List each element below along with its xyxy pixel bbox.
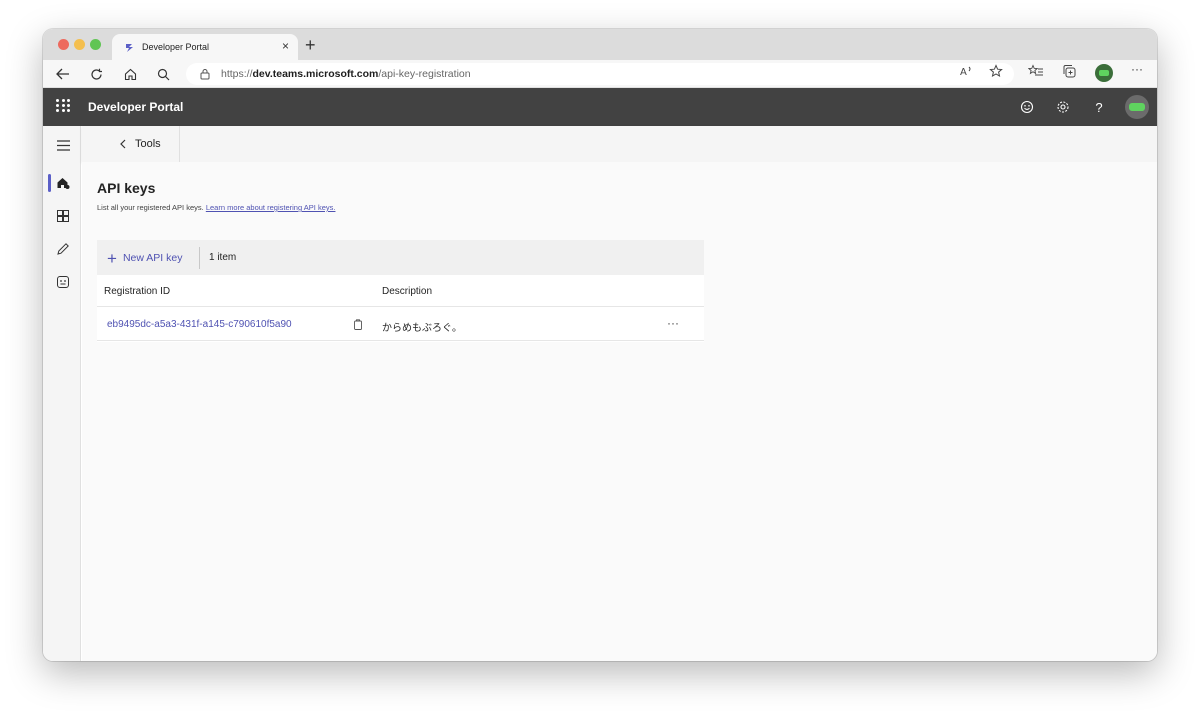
home-icon[interactable]: [122, 66, 138, 82]
new-tab-button[interactable]: +: [305, 36, 316, 54]
close-window-button[interactable]: [58, 39, 69, 50]
profile-avatar[interactable]: [1095, 64, 1113, 82]
more-menu-icon[interactable]: ···: [1131, 62, 1143, 76]
chevron-left-icon: [120, 139, 126, 149]
app-launcher-icon[interactable]: [56, 99, 70, 113]
search-icon[interactable]: [155, 66, 171, 82]
app-header: Developer Portal ?: [43, 88, 1157, 126]
browser-window: Developer Portal × + https://dev.teams.m…: [43, 29, 1157, 661]
refresh-icon[interactable]: [88, 66, 104, 82]
back-to-tools-button[interactable]: Tools: [111, 126, 180, 162]
url-text: https://dev.teams.microsoft.com/api-key-…: [221, 68, 471, 80]
new-api-key-label: New API key: [122, 252, 183, 264]
subtitle-text: List all your registered API keys.: [97, 203, 204, 212]
lock-icon[interactable]: [200, 68, 210, 80]
pencil-nav-icon[interactable]: [56, 242, 70, 256]
tab-title: Developer Portal: [142, 42, 210, 52]
user-avatar[interactable]: [1125, 95, 1149, 119]
item-count: 1 item: [209, 252, 237, 263]
address-bar-row: https://dev.teams.microsoft.com/api-key-…: [43, 60, 1157, 88]
app-title: Developer Portal: [88, 100, 184, 114]
table-header: Registration ID Description: [97, 275, 704, 307]
breadcrumb: Tools: [82, 126, 1157, 162]
settings-gear-icon[interactable]: [1054, 98, 1072, 116]
back-label: Tools: [135, 138, 161, 150]
back-arrow-icon[interactable]: [55, 66, 71, 82]
page-title: API keys: [97, 180, 156, 196]
help-icon[interactable]: ?: [1090, 98, 1108, 116]
favorite-star-icon[interactable]: [989, 64, 1003, 83]
description-cell: からめもぶろぐ。: [382, 323, 462, 334]
teams-favicon-icon: [126, 44, 133, 52]
main-content: API keys List all your registered API ke…: [82, 162, 1157, 661]
api-keys-panel: + New API key 1 item Registration ID Des…: [97, 240, 704, 342]
column-header-registration-id[interactable]: Registration ID: [104, 286, 170, 297]
registration-id-link[interactable]: eb9495dc-a5a3-431f-a145-c790610f5a90: [107, 319, 292, 330]
url-field[interactable]: https://dev.teams.microsoft.com/api-key-…: [186, 63, 1014, 85]
left-rail: [43, 126, 81, 661]
minimize-window-button[interactable]: [74, 39, 85, 50]
read-aloud-icon[interactable]: A: [959, 64, 973, 83]
copy-icon[interactable]: [353, 319, 363, 330]
home-nav-icon[interactable]: [56, 176, 70, 190]
column-header-description[interactable]: Description: [382, 286, 432, 297]
page-subtitle: List all your registered API keys. Learn…: [97, 203, 335, 213]
plus-icon: +: [107, 248, 117, 268]
new-api-key-button[interactable]: + New API key: [107, 249, 182, 267]
toolbar-divider: [199, 247, 200, 269]
apps-nav-icon[interactable]: [56, 209, 70, 223]
hamburger-menu-icon[interactable]: [56, 138, 70, 152]
toolbar: + New API key 1 item: [97, 240, 704, 275]
tab-strip: Developer Portal × +: [43, 29, 1157, 60]
table-row[interactable]: eb9495dc-a5a3-431f-a145-c790610f5a90 からめ…: [97, 308, 704, 341]
collections-icon[interactable]: [1062, 64, 1076, 83]
learn-more-link[interactable]: Learn more about registering API keys.: [206, 203, 336, 212]
svg-text:A: A: [960, 67, 967, 78]
feedback-smiley-icon[interactable]: [1018, 98, 1036, 116]
zoom-window-button[interactable]: [90, 39, 101, 50]
active-indicator: [48, 174, 51, 192]
row-more-actions-icon[interactable]: ···: [667, 316, 679, 330]
tools-nav-icon[interactable]: [56, 275, 70, 289]
browser-tab[interactable]: Developer Portal ×: [112, 34, 298, 60]
favorites-icon[interactable]: [1027, 64, 1044, 83]
tab-close-icon[interactable]: ×: [282, 39, 289, 53]
